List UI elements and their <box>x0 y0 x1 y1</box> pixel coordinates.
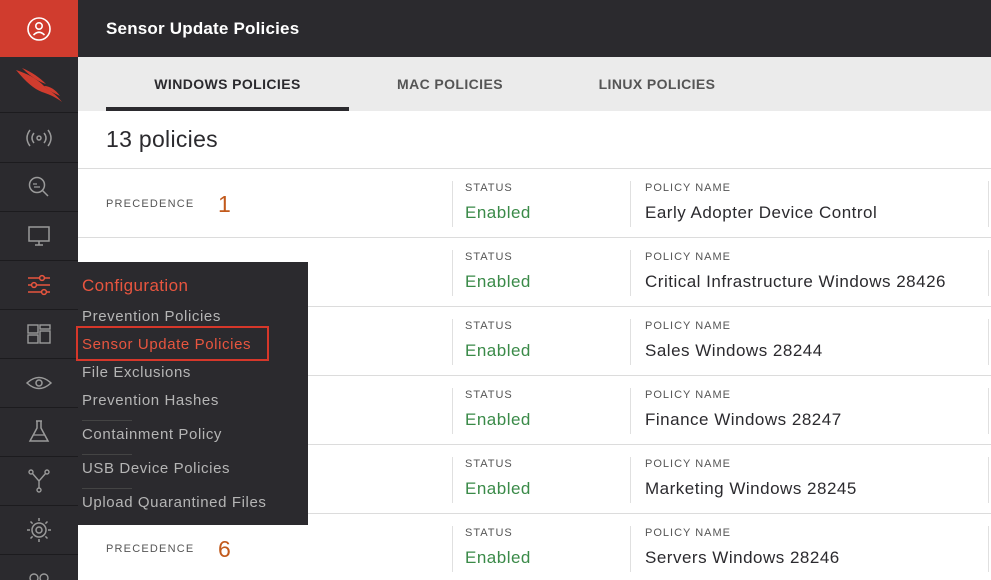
menu-item-upload-quarantined-files[interactable]: Upload Quarantined Files <box>82 494 267 511</box>
status-label: STATUS <box>465 527 513 539</box>
column-divider <box>988 250 989 296</box>
column-divider <box>630 319 631 365</box>
policy-name-value[interactable]: Critical Infrastructure Windows 28426 <box>645 272 946 292</box>
column-divider <box>630 526 631 572</box>
policy-name-label: POLICY NAME <box>645 320 731 332</box>
menu-item-sensor-update-policies[interactable]: Sensor Update Policies <box>82 336 251 353</box>
flask-icon <box>28 420 50 442</box>
column-divider <box>452 319 453 365</box>
column-divider <box>988 388 989 434</box>
sidebar-item-discover[interactable] <box>0 359 78 408</box>
sidebar-item-hosts[interactable] <box>0 212 78 261</box>
menu-item-prevention-policies[interactable]: Prevention Policies <box>82 308 221 325</box>
tab-linux-policies[interactable]: LINUX POLICIES <box>568 57 746 111</box>
eye-icon <box>25 376 53 390</box>
column-divider <box>452 181 453 227</box>
user-icon <box>27 16 51 41</box>
configuration-flyout-menu: Configuration Prevention Policies Sensor… <box>76 262 308 525</box>
policy-name-value[interactable]: Early Adopter Device Control <box>645 203 877 223</box>
precedence-value: 1 <box>218 191 231 217</box>
sliders-icon <box>28 274 50 296</box>
column-divider <box>452 457 453 503</box>
column-divider <box>988 526 989 572</box>
dashboard-icon <box>27 324 51 344</box>
column-divider <box>630 250 631 296</box>
menu-item-file-exclusions[interactable]: File Exclusions <box>82 364 191 381</box>
tab-windows-policies[interactable]: WINDOWS POLICIES <box>106 57 349 111</box>
policy-count: 13 policies <box>106 126 218 152</box>
menu-divider <box>82 420 132 421</box>
policy-name-label: POLICY NAME <box>645 458 731 470</box>
user-menu-button[interactable] <box>0 0 78 57</box>
column-divider <box>988 319 989 365</box>
sidebar-item-integrations[interactable] <box>0 457 78 506</box>
policy-name-value[interactable]: Finance Windows 28247 <box>645 410 842 430</box>
policy-name-label: POLICY NAME <box>645 251 731 263</box>
status-value: Enabled <box>465 272 531 291</box>
column-divider <box>630 388 631 434</box>
menu-item-containment-policy[interactable]: Containment Policy <box>82 426 222 443</box>
sidebar-item-settings[interactable] <box>0 506 78 555</box>
policy-name-value[interactable]: Sales Windows 28244 <box>645 341 823 361</box>
sidebar-item-configuration[interactable] <box>0 261 78 310</box>
policy-name-label: POLICY NAME <box>645 527 731 539</box>
network-icon <box>28 469 50 493</box>
page-header: Sensor Update Policies <box>78 0 991 57</box>
falcon-logo-icon <box>16 67 62 102</box>
policy-name-label: POLICY NAME <box>645 389 731 401</box>
precedence-label: PRECEDENCE <box>106 543 195 555</box>
status-value: Enabled <box>465 341 531 360</box>
column-divider <box>988 181 989 227</box>
status-value: Enabled <box>465 410 531 429</box>
search-activity-icon <box>28 176 49 197</box>
menu-item-prevention-hashes[interactable]: Prevention Hashes <box>82 392 219 409</box>
gear-icon <box>27 518 51 542</box>
menu-divider <box>82 488 132 489</box>
policy-row[interactable]: PRECEDENCE 1 STATUS Enabled POLICY NAME … <box>78 168 991 237</box>
sidebar-item-investigate[interactable] <box>0 163 78 212</box>
policy-name-label: POLICY NAME <box>645 182 731 194</box>
status-label: STATUS <box>465 251 513 263</box>
flyout-title: Configuration <box>82 276 189 295</box>
platform-tabs: WINDOWS POLICIES MAC POLICIES LINUX POLI… <box>78 57 991 111</box>
precedence-label: PRECEDENCE <box>106 198 195 210</box>
precedence-value: 6 <box>218 536 231 562</box>
column-divider <box>988 457 989 503</box>
home-logo-button[interactable] <box>0 57 78 113</box>
status-label: STATUS <box>465 389 513 401</box>
sidebar <box>0 0 78 580</box>
status-value: Enabled <box>465 479 531 498</box>
menu-divider <box>82 454 132 455</box>
status-value: Enabled <box>465 203 531 222</box>
column-divider <box>452 250 453 296</box>
status-value: Enabled <box>465 548 531 567</box>
policy-name-value[interactable]: Servers Windows 28246 <box>645 548 840 568</box>
column-divider <box>452 388 453 434</box>
sidebar-item-more[interactable] <box>0 555 78 580</box>
status-label: STATUS <box>465 320 513 332</box>
sidebar-item-dashboards[interactable] <box>0 310 78 359</box>
more-icon <box>29 573 49 580</box>
column-divider <box>630 181 631 227</box>
status-label: STATUS <box>465 458 513 470</box>
sidebar-item-activity[interactable] <box>0 114 78 163</box>
menu-item-usb-device-policies[interactable]: USB Device Policies <box>82 460 230 477</box>
broadcast-icon <box>26 129 52 147</box>
column-divider <box>452 526 453 572</box>
page-title: Sensor Update Policies <box>106 18 300 38</box>
tab-mac-policies[interactable]: MAC POLICIES <box>368 57 532 111</box>
monitor-icon <box>28 226 50 246</box>
policy-name-value[interactable]: Marketing Windows 28245 <box>645 479 857 499</box>
status-label: STATUS <box>465 182 513 194</box>
column-divider <box>630 457 631 503</box>
sidebar-item-intelligence[interactable] <box>0 408 78 457</box>
